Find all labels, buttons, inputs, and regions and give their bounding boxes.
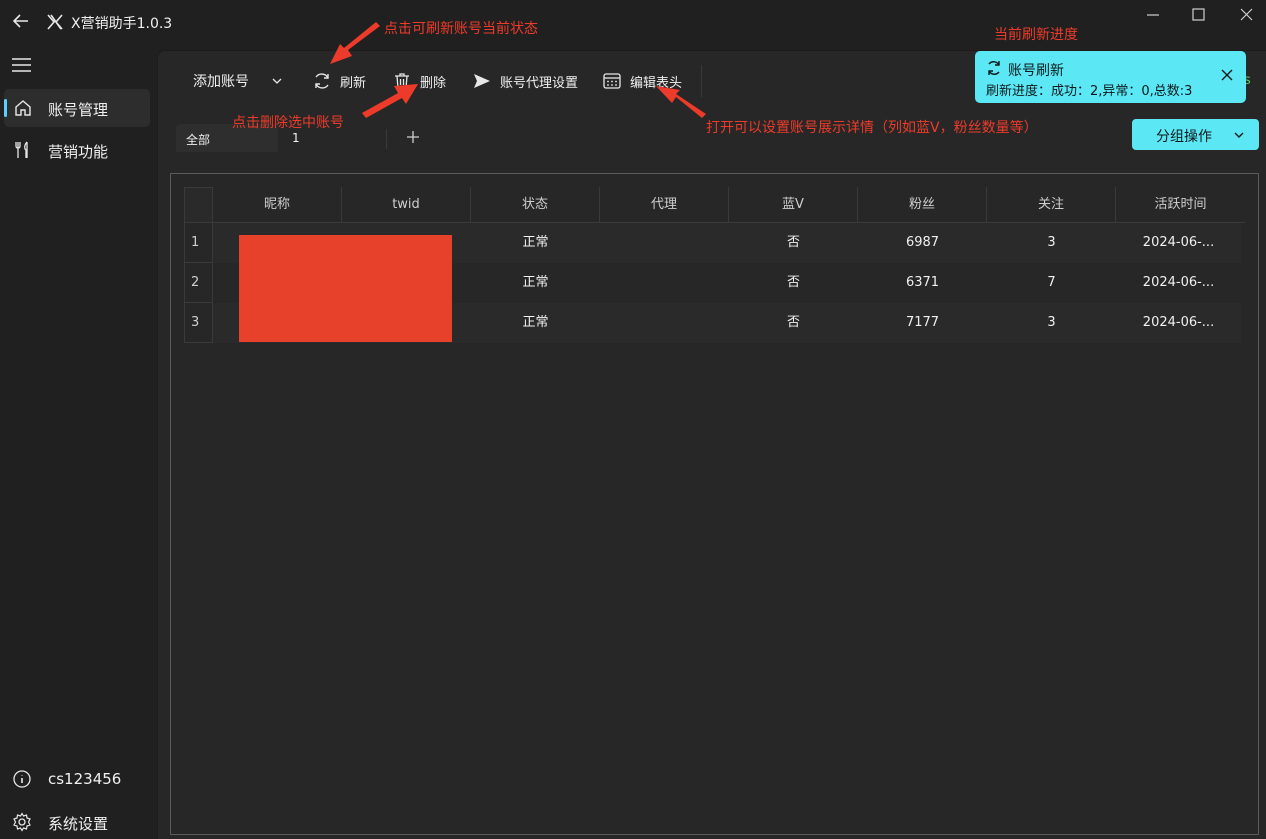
edit-header-button[interactable]: 编辑表头 <box>602 69 682 93</box>
tab-all-label: 全部 <box>186 133 211 147</box>
refresh-progress-toast: 账号刷新 刷新进度：成功：2,异常：0,总数:3 <box>975 51 1246 103</box>
info-icon <box>13 770 31 788</box>
cell-bluev: 否 <box>786 235 800 250</box>
sidebar-item-user[interactable]: cs123456 <box>0 760 157 798</box>
active-indicator <box>4 99 7 117</box>
column-header-twid[interactable]: twid <box>342 187 471 223</box>
account-table-frame: 昵称 twid 状态 代理 蓝V 粉丝 关注 活跃时间 1 正常 否 6987 … <box>170 173 1259 835</box>
delete-button[interactable]: 删除 <box>392 69 446 93</box>
column-header-bluev[interactable]: 蓝V <box>729 187 858 223</box>
cell-following: 3 <box>1047 315 1056 330</box>
hamburger-menu-icon[interactable] <box>11 56 33 74</box>
annotation-edit-header: 打开可以设置账号展示详情（列如蓝V，粉丝数量等） <box>706 120 1038 136</box>
column-header-followers[interactable]: 粉丝 <box>858 187 987 223</box>
redaction-block <box>239 235 452 342</box>
group-operation-button[interactable]: 分组操作 <box>1132 119 1259 150</box>
app-logo-icon <box>47 14 63 30</box>
main-panel: 添加账号 刷新 删除 账号代理设置 编辑表头 s 全部 1 分组操作 昵称 tw… <box>157 50 1266 839</box>
minimize-icon[interactable] <box>1138 6 1168 24</box>
column-header-status[interactable]: 状态 <box>471 187 600 223</box>
cell-proxy <box>600 303 729 343</box>
row-number-label: 1 <box>191 235 200 250</box>
cell-active-time: 2024-06-... <box>1142 275 1215 290</box>
cell-status: 正常 <box>522 235 549 250</box>
sidebar-item-label: 账号管理 <box>48 101 109 119</box>
tab-group-1-label: 1 <box>292 131 300 145</box>
close-icon[interactable] <box>1219 67 1235 83</box>
column-header-following[interactable]: 关注 <box>987 187 1116 223</box>
trash-icon <box>395 73 409 89</box>
row-number-label: 3 <box>191 315 200 330</box>
cell-status: 正常 <box>522 315 549 330</box>
settings-label: 系统设置 <box>48 815 109 833</box>
chevron-down-icon <box>1234 132 1244 138</box>
annotation-delete: 点击删除选中账号 <box>232 115 344 131</box>
cell-status: 正常 <box>522 275 549 290</box>
cell-proxy <box>600 263 729 303</box>
cell-proxy <box>600 223 729 263</box>
proxy-settings-label: 账号代理设置 <box>500 75 579 91</box>
cell-followers: 6987 <box>905 235 940 250</box>
table-corner <box>184 187 213 223</box>
cell-followers: 7177 <box>905 315 940 330</box>
cell-following: 7 <box>1047 275 1056 290</box>
sidebar-item-marketing[interactable]: 营销功能 <box>4 131 150 169</box>
toolbar-divider <box>701 65 702 97</box>
refresh-label: 刷新 <box>340 75 367 91</box>
cell-followers: 6371 <box>905 275 940 290</box>
cell-following: 3 <box>1047 235 1056 250</box>
group-operation-label: 分组操作 <box>1156 129 1212 145</box>
sidebar: 账号管理 营销功能 <box>0 44 157 839</box>
sidebar-item-settings[interactable]: 系统设置 <box>0 803 157 839</box>
home-icon <box>15 100 31 116</box>
annotation-refresh: 点击可刷新账号当前状态 <box>384 21 538 37</box>
cell-active-time: 2024-06-... <box>1142 315 1215 330</box>
column-header-active-time[interactable]: 活跃时间 <box>1116 187 1245 223</box>
row-number-label: 2 <box>191 275 200 290</box>
row-number[interactable]: 1 <box>184 223 213 263</box>
add-account-label: 添加账号 <box>193 74 249 90</box>
sidebar-item-label: 营销功能 <box>48 143 109 161</box>
annotation-progress: 当前刷新进度 <box>994 27 1078 43</box>
column-header-nickname[interactable]: 昵称 <box>213 187 342 223</box>
calendar-grid-icon <box>603 73 621 89</box>
cell-bluev: 否 <box>786 275 800 290</box>
row-number[interactable]: 3 <box>184 303 213 343</box>
add-account-button[interactable]: 添加账号 <box>193 69 283 93</box>
toast-body: 刷新进度：成功：2,异常：0,总数:3 <box>986 84 1193 99</box>
send-icon <box>474 74 490 88</box>
row-number[interactable]: 2 <box>184 263 213 303</box>
refresh-icon <box>315 73 329 89</box>
close-window-icon[interactable] <box>1231 6 1261 24</box>
gear-icon <box>13 812 31 832</box>
delete-label: 删除 <box>420 75 447 91</box>
back-arrow-icon[interactable] <box>10 10 32 32</box>
chevron-down-icon[interactable] <box>271 75 283 87</box>
maximize-icon[interactable] <box>1183 6 1213 24</box>
username-label: cs123456 <box>48 770 122 788</box>
proxy-settings-button[interactable]: 账号代理设置 <box>472 69 578 93</box>
refresh-icon <box>988 61 1000 75</box>
sidebar-item-account-management[interactable]: 账号管理 <box>4 89 150 127</box>
cell-active-time: 2024-06-... <box>1142 235 1215 250</box>
edit-header-label: 编辑表头 <box>630 75 683 91</box>
tools-icon <box>15 141 28 158</box>
tab-divider <box>386 129 387 149</box>
column-header-proxy[interactable]: 代理 <box>600 187 729 223</box>
refresh-button[interactable]: 刷新 <box>312 69 366 93</box>
app-title: X营销助手1.0.3 <box>71 16 173 32</box>
cell-bluev: 否 <box>786 315 800 330</box>
toast-title: 账号刷新 <box>1008 63 1064 79</box>
add-tab-icon[interactable] <box>402 126 424 148</box>
